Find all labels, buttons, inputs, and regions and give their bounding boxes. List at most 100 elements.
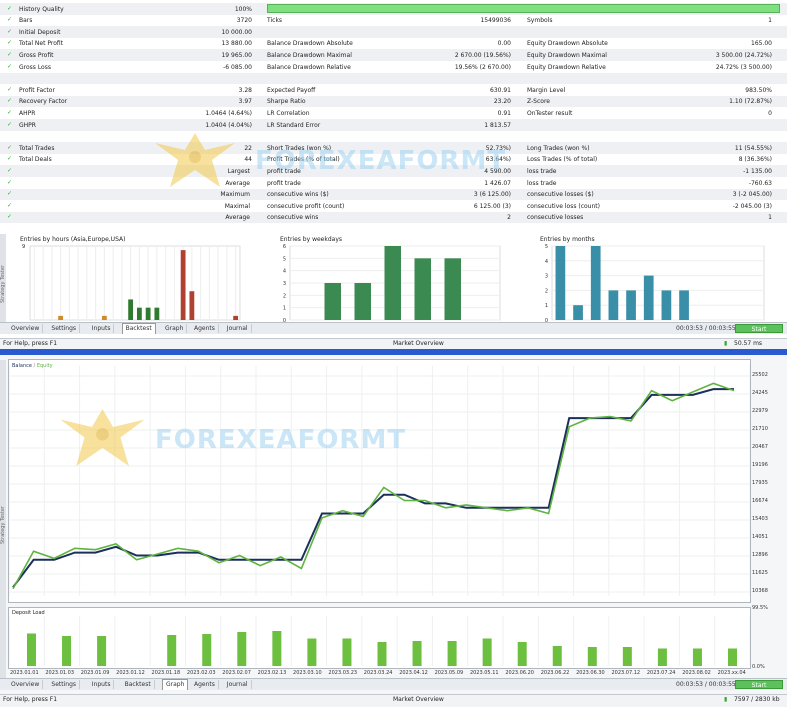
date-xtick: 2023.08.02 [682, 670, 711, 676]
metric-label: Profit Factor [19, 86, 55, 94]
status-bar-top: For Help, press F1 Market Overview ▮ 50.… [0, 338, 787, 349]
metric-label: History Quality [19, 5, 64, 13]
months-ytick: 5 [545, 244, 548, 250]
hours-plot-area [29, 245, 241, 321]
metric-label: profit trade [267, 179, 301, 187]
watermark-logo-bottom [60, 409, 145, 466]
date-xtick: 2023.06.22 [540, 670, 570, 676]
metric-label: Ticks [267, 17, 283, 25]
metric-value: 15499036 [480, 17, 511, 25]
metric-value: 19.56% (2 670.00) [454, 63, 511, 71]
metric-value: 19 965.00 [221, 51, 252, 59]
metric-value: 3 500.00 (24.72%) [715, 51, 772, 59]
metric-label: Initial Deposit [19, 28, 61, 36]
tab-backtest[interactable]: Backtest [122, 680, 155, 689]
date-xtick: 2023.01.03 [45, 670, 75, 676]
deposit-ytick-top: 99.5% [752, 605, 768, 611]
status-help: For Help, press F1 [3, 340, 58, 347]
metric-label: consecutive profit (count) [267, 202, 345, 210]
months-bar [555, 246, 566, 320]
months-bar [643, 275, 654, 320]
start-button-bottom[interactable]: Start [735, 680, 783, 689]
row-check-icon: ✓ [7, 50, 13, 58]
metric-value: -2 045.00 (3) [732, 202, 772, 210]
results-row: ✓ AHPR 1.0464 (4.64%) LR Correlation 0.91 OnT… [0, 107, 787, 119]
tab-settings[interactable]: Settings [48, 680, 80, 689]
row-check-icon: ✓ [7, 155, 13, 163]
hours-bar [101, 315, 107, 320]
row-check-icon: ✓ [7, 190, 13, 198]
months-ytick: 1 [545, 303, 548, 309]
deposit-bar [412, 641, 422, 666]
tab-inputs[interactable]: Inputs [89, 680, 115, 689]
row-check-icon: ✓ [7, 120, 13, 128]
balance-chart: Balance / Equity [8, 359, 751, 603]
deposit-bar [167, 635, 177, 666]
hours-bar [145, 307, 151, 320]
metric-value: 1.0464 (4.64%) [205, 109, 252, 117]
date-xtick: 2023.06.20 [505, 670, 534, 676]
metric-label: Balance Drawdown Absolute [267, 40, 353, 48]
deposit-bar [377, 642, 387, 666]
metric-label: consecutive wins [267, 214, 319, 222]
metric-value: 3.97 [238, 98, 252, 106]
tab-agents[interactable]: Agents [191, 680, 219, 689]
metric-label: Equity Drawdown Relative [527, 63, 606, 71]
row-check-icon: ✓ [7, 16, 13, 24]
date-xtick: 2023.02.07 [222, 670, 251, 676]
deposit-bar [237, 632, 247, 666]
metric-value: 0.91 [497, 109, 511, 117]
tab-overview[interactable]: Overview [8, 680, 44, 689]
balance-ytick: 10368 [752, 588, 768, 594]
balance-ytick: 22979 [752, 408, 768, 414]
status-market: Market Overview [393, 340, 444, 347]
tab-overview[interactable]: Overview [8, 324, 44, 333]
metric-value: 983.50% [745, 86, 772, 94]
start-button-top[interactable]: Start [735, 324, 783, 333]
weekdays-ytick: 4 [283, 269, 286, 275]
months-chart-title: Entries by months [538, 236, 597, 243]
metric-label: loss trade [527, 167, 557, 175]
hours-chart: Entries by hours (Asia,Europe,USA) 9 [8, 234, 246, 322]
tab-graph[interactable]: Graph [162, 679, 189, 690]
metric-label: GHPR [19, 121, 36, 129]
tab-graph[interactable]: Graph [162, 324, 188, 333]
weekdays-bar [414, 258, 431, 320]
metric-value: 0.00 [497, 40, 511, 48]
metric-value: -6 085.00 [223, 63, 252, 71]
metric-label: consecutive losses ($) [527, 191, 594, 199]
watermark-text-bottom: FOREXEAFORMT [155, 425, 407, 455]
metric-value: 630.91 [490, 86, 511, 94]
tab-settings[interactable]: Settings [48, 324, 80, 333]
deposit-bar [728, 648, 737, 666]
deposit-bar [97, 636, 107, 666]
metric-label: Sharpe Ratio [267, 98, 306, 106]
deposit-bar [482, 638, 492, 666]
balance-ytick: 24245 [752, 390, 768, 396]
tab-inputs[interactable]: Inputs [89, 324, 115, 333]
date-xtick: 2023.03.10 [293, 670, 322, 676]
metric-value: 8 (36.36%) [738, 156, 772, 164]
weekdays-chart: 6543210 Entries by weekdays [268, 234, 506, 322]
metric-value: 13 880.00 [221, 40, 252, 48]
results-grid: ✓ History Quality 100% ✓ Bars 3720 Ticks 154990… [0, 0, 787, 233]
tab-journal[interactable]: Journal [224, 324, 252, 333]
balance-ytick: 25502 [752, 372, 768, 378]
signal-icon: ▮ [724, 340, 728, 347]
watermark-text-top: FOREXEAFORMT [255, 146, 507, 176]
metric-label: consecutive losses [527, 214, 584, 222]
deposit-load-chart: Deposit Load [8, 607, 751, 669]
weekdays-bar [354, 283, 371, 320]
balance-ytick: 21710 [752, 426, 768, 432]
tab-backtest[interactable]: Backtest [121, 323, 156, 334]
metric-label: Recovery Factor [19, 98, 68, 106]
row-check-icon: ✓ [7, 4, 13, 12]
watermark-logo-top [155, 133, 235, 187]
tab-journal[interactable]: Journal [224, 680, 252, 689]
row-check-icon: ✓ [7, 27, 13, 35]
months-bar [661, 290, 672, 320]
deposit-bar [307, 638, 317, 666]
tab-agents[interactable]: Agents [191, 324, 219, 333]
date-xtick: 2023.02.03 [186, 670, 216, 676]
deposit-bar [622, 647, 632, 666]
